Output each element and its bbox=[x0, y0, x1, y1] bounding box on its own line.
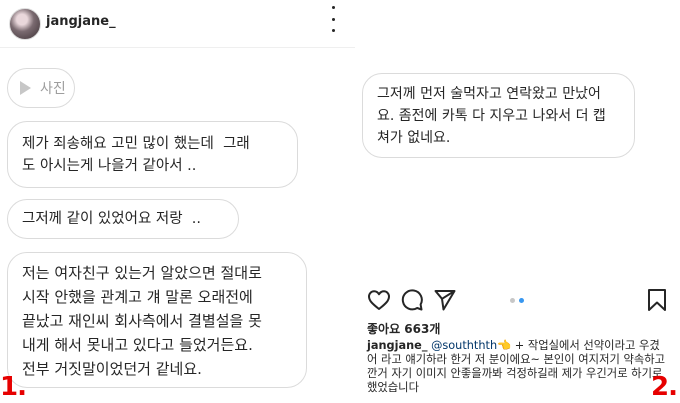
bookmark-icon[interactable] bbox=[646, 288, 668, 312]
carousel-dot bbox=[510, 298, 515, 303]
photo-label: 사진 bbox=[40, 81, 66, 97]
label-two: 2. bbox=[651, 372, 678, 402]
carousel-dot-active bbox=[519, 298, 524, 303]
post-actions bbox=[355, 288, 680, 314]
caption-username[interactable]: jangjane_ bbox=[367, 339, 427, 352]
heart-icon[interactable] bbox=[367, 288, 391, 312]
dm-header: jangjane_ bbox=[0, 0, 355, 48]
play-icon bbox=[20, 81, 31, 95]
message-bubble: 그저께 먼저 술먹자고 연락왔고 만났어 요. 좀전에 카톡 다 지우고 나와서… bbox=[362, 73, 635, 158]
caption-emoji: 👈 bbox=[497, 339, 512, 352]
more-icon[interactable] bbox=[328, 6, 338, 32]
avatar[interactable] bbox=[9, 8, 41, 40]
caption-handle[interactable]: @souththth bbox=[431, 339, 497, 352]
header-divider bbox=[0, 47, 355, 48]
message-bubble: 저는 여자친구 있는거 알았으면 절대로 시작 안했을 관계고 걔 말론 오래전… bbox=[7, 252, 307, 388]
right-panel: 그저께 먼저 술먹자고 연락왔고 만났어 요. 좀전에 카톡 다 지우고 나와서… bbox=[355, 0, 680, 403]
username[interactable]: jangjane_ bbox=[46, 14, 116, 29]
comment-icon[interactable] bbox=[400, 288, 424, 312]
carousel-indicator bbox=[510, 298, 524, 303]
label-one: 1. bbox=[0, 372, 27, 402]
left-panel: jangjane_ 사진 제가 죄송해요 고민 많이 했는데 그래 도 아시는게… bbox=[0, 0, 355, 403]
message-bubble: 제가 죄송해요 고민 많이 했는데 그래 도 아시는게 나을거 같아서 .. bbox=[7, 121, 298, 188]
caption-text-continued: 어 라고 얘기하라 한거 저 분이에요~ 본인이 여지저기 약속하고 깐거 자기… bbox=[367, 353, 666, 394]
likes-count[interactable]: 좋아요 663개 bbox=[367, 320, 440, 337]
send-icon[interactable] bbox=[433, 288, 457, 312]
post-caption: jangjane_ @souththth👈 + 작업실에서 선약이라고 우겼 어… bbox=[367, 339, 672, 395]
photo-message-button[interactable]: 사진 bbox=[7, 68, 75, 108]
caption-text: + 작업실에서 선약이라고 우겼 bbox=[511, 339, 660, 352]
message-bubble: 그저께 같이 있었어요 저랑 .. bbox=[7, 199, 239, 239]
